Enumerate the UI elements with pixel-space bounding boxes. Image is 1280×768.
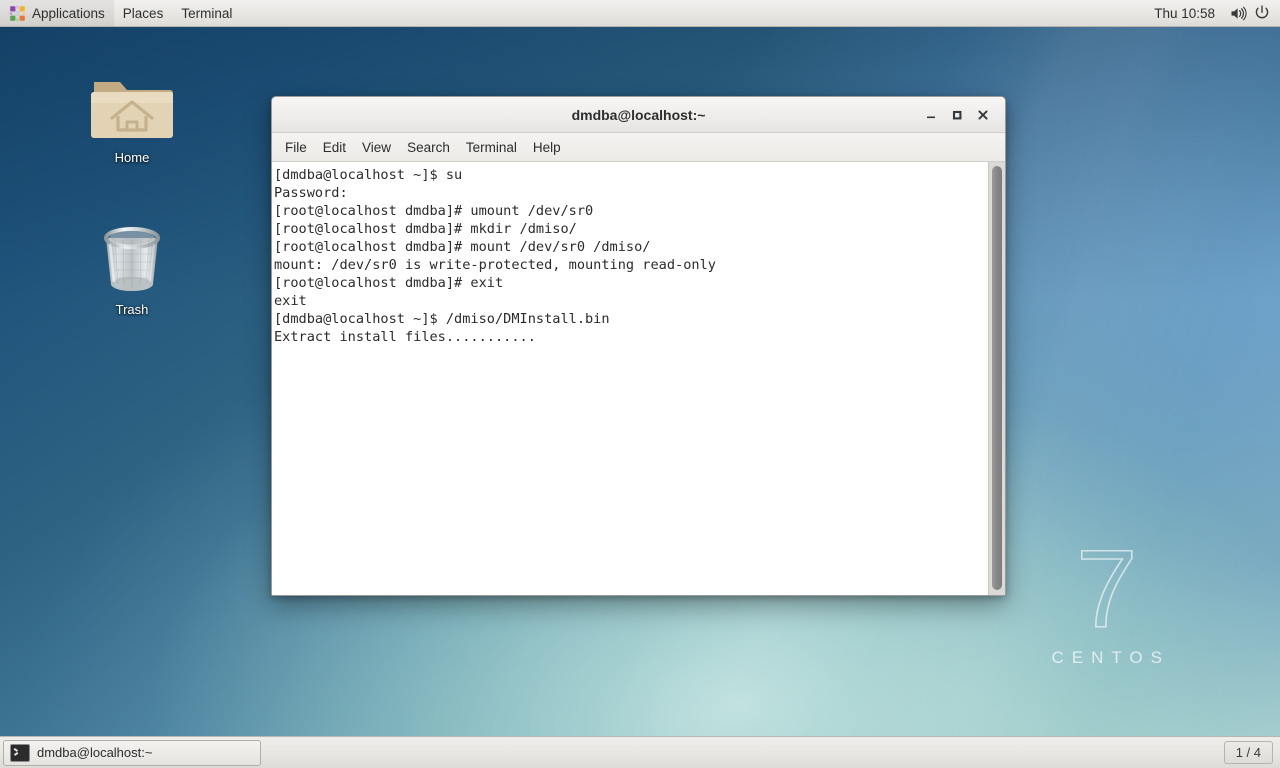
- terminal-output[interactable]: [dmdba@localhost ~]$ su Password: [root@lo…: [272, 162, 988, 595]
- terminal-window: dmdba@localhost:~ File Edit View Search …: [271, 96, 1006, 596]
- menu-file[interactable]: File: [277, 137, 315, 158]
- desktop-icon-home[interactable]: Home: [80, 70, 184, 165]
- terminal-scrollbar-thumb[interactable]: [992, 166, 1002, 590]
- home-folder-icon: [80, 70, 184, 144]
- minimize-button[interactable]: [918, 102, 944, 128]
- window-titlebar[interactable]: dmdba@localhost:~: [272, 97, 1005, 133]
- terminal-menu-label: Terminal: [181, 5, 233, 21]
- close-button[interactable]: [970, 102, 996, 128]
- maximize-button[interactable]: [944, 102, 970, 128]
- taskbar-window-label: dmdba@localhost:~: [37, 745, 153, 760]
- menu-search[interactable]: Search: [399, 137, 458, 158]
- taskbar-window-button[interactable]: dmdba@localhost:~: [3, 739, 261, 766]
- menu-terminal[interactable]: Terminal: [458, 137, 525, 158]
- window-controls: [918, 102, 1005, 128]
- terminal-line: [dmdba@localhost ~]$ su: [274, 167, 463, 183]
- panel-status-group: Thu 10:58: [1144, 0, 1280, 26]
- terminal-scrollbar[interactable]: [988, 162, 1005, 595]
- terminal-line: mount: /dev/sr0 is write-protected, moun…: [274, 257, 716, 274]
- volume-icon[interactable]: [1227, 2, 1249, 24]
- terminal-line: [root@localhost dmdba]# exit: [274, 275, 504, 292]
- terminal-line: [root@localhost dmdba]# mount /dev/sr0 /…: [274, 239, 651, 256]
- menu-edit[interactable]: Edit: [315, 137, 354, 158]
- applications-pinwheel-icon: [9, 5, 26, 22]
- window-menubar: File Edit View Search Terminal Help: [272, 133, 1005, 162]
- terminal-content-area[interactable]: [dmdba@localhost ~]$ su Password: [root@lo…: [272, 162, 1005, 595]
- terminal-line: [dmdba@localhost ~]$ /dmiso/DMInstall.bi…: [274, 311, 610, 328]
- terminal-line: Extract install files...........: [274, 329, 536, 346]
- desktop-icon-trash-label: Trash: [115, 302, 149, 317]
- terminal-menu[interactable]: Terminal: [172, 0, 241, 26]
- terminal-line: [root@localhost dmdba]# mkdir /dmiso/: [274, 221, 577, 238]
- top-panel: Applications Places Terminal Thu 10:58: [0, 0, 1280, 27]
- desktop-icon-home-label: Home: [114, 150, 150, 165]
- desktop-screen: 7 CENTOS: [0, 0, 1280, 768]
- places-menu[interactable]: Places: [114, 0, 173, 26]
- clock[interactable]: Thu 10:58: [1144, 6, 1225, 21]
- places-menu-label: Places: [122, 5, 164, 21]
- terminal-line: [root@localhost dmdba]# umount /dev/sr0: [274, 203, 594, 220]
- power-icon[interactable]: [1251, 2, 1273, 24]
- desktop-icon-trash[interactable]: Trash: [80, 222, 184, 317]
- terminal-line: exit: [274, 293, 307, 310]
- applications-menu-label: Applications: [32, 5, 105, 21]
- window-title: dmdba@localhost:~: [571, 106, 706, 123]
- terminal-icon: [10, 743, 30, 762]
- menu-view[interactable]: View: [354, 137, 399, 158]
- workspace-switcher[interactable]: 1 / 4: [1223, 741, 1273, 764]
- trash-icon: [80, 222, 184, 296]
- applications-menu[interactable]: Applications: [0, 0, 114, 26]
- bottom-taskbar: dmdba@localhost:~ 1 / 4: [0, 736, 1280, 768]
- menu-help[interactable]: Help: [525, 137, 569, 158]
- panel-menu-group: Applications Places Terminal: [0, 0, 241, 26]
- terminal-line: Password:: [274, 185, 348, 202]
